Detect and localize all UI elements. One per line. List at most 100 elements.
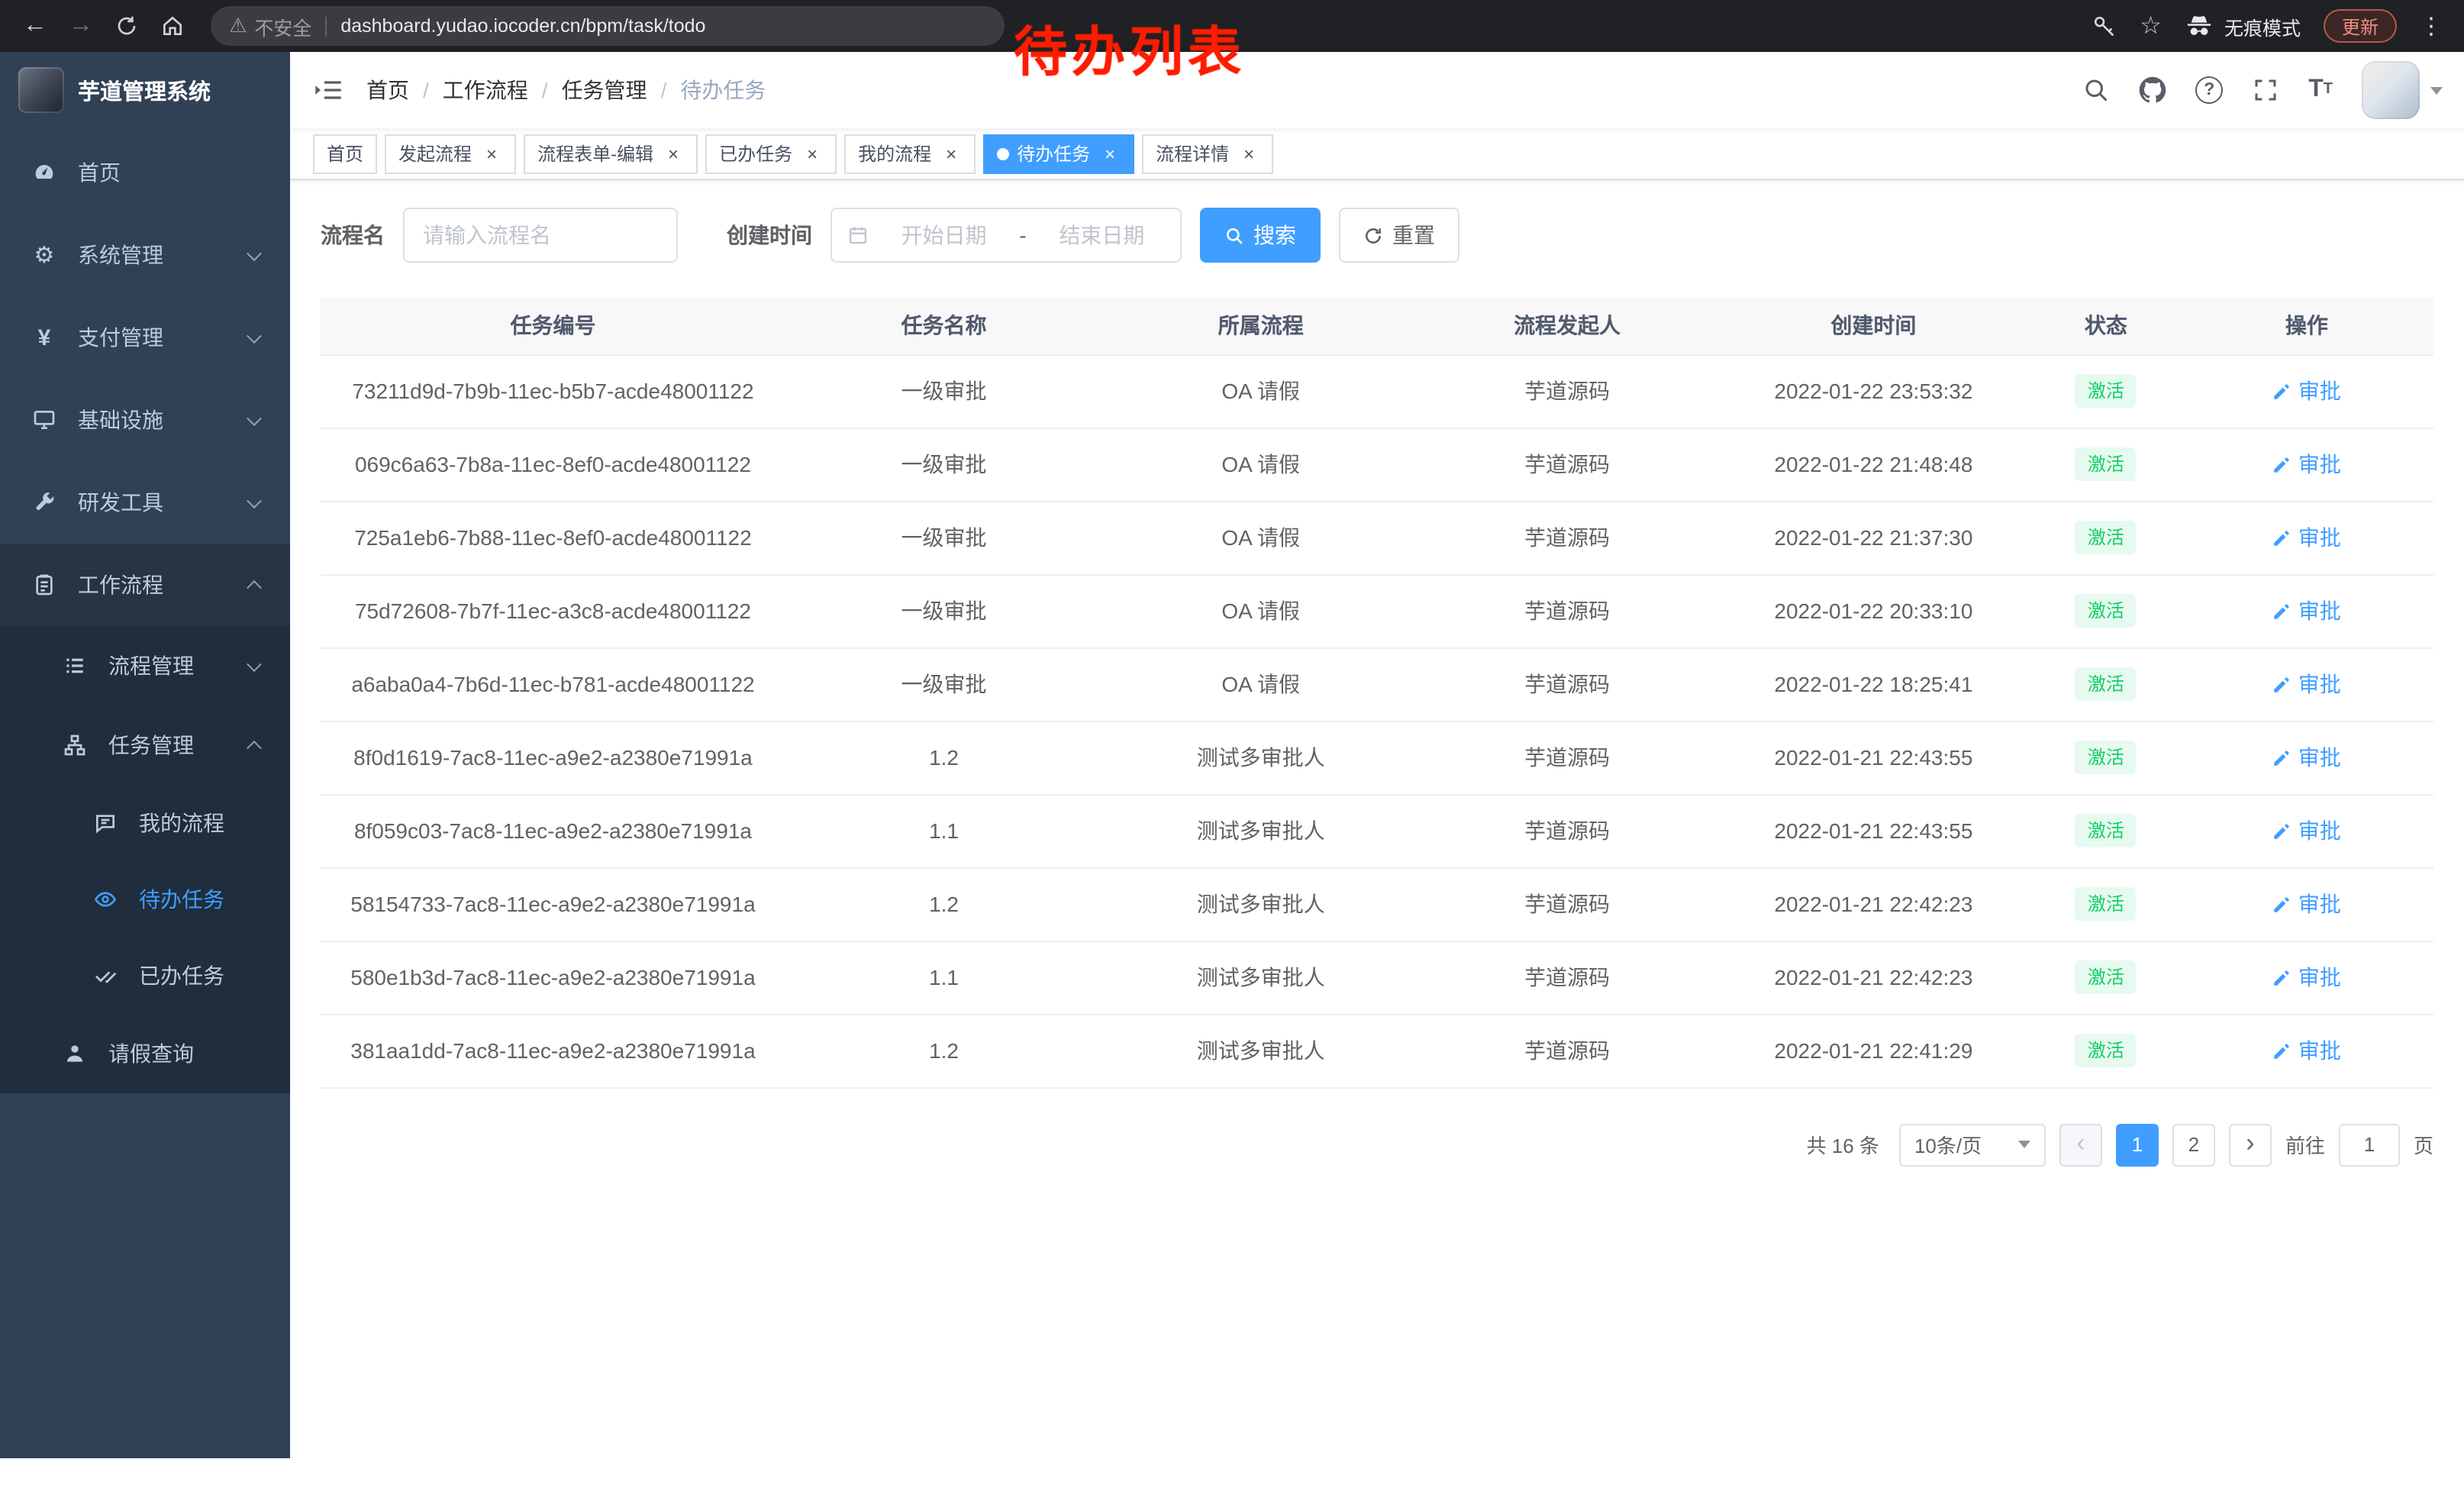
tab-label: 流程表单-编辑 (537, 140, 653, 166)
sidebar-item-infrastructure[interactable]: 基础设施 (0, 379, 290, 461)
sidebar-item-task-management[interactable]: 任务管理 (0, 705, 290, 785)
font-size-icon[interactable]: TT (2308, 78, 2333, 102)
pagination-total: 共 16 条 (1807, 1130, 1879, 1159)
approve-link[interactable]: 审批 (2272, 962, 2341, 993)
sidebar-item-payment[interactable]: ¥ 支付管理 (0, 296, 290, 379)
tab[interactable]: 待办任务× (983, 134, 1134, 173)
tab[interactable]: 流程详情× (1142, 134, 1273, 173)
goto-label: 前往 (2285, 1130, 2325, 1159)
tab-label: 已办任务 (719, 140, 792, 166)
breadcrumb-item[interactable]: 首页 (366, 75, 409, 105)
table-row: 725a1eb6-7b88-11ec-8ef0-acde48001122一级审批… (321, 501, 2433, 574)
table-row: 75d72608-7b7f-11ec-a3c8-acde48001122一级审批… (321, 574, 2433, 647)
cell-process-name: OA 请假 (1102, 501, 1419, 574)
prev-page-button[interactable]: ‹ (2059, 1123, 2102, 1166)
goto-page-input[interactable] (2339, 1123, 2400, 1166)
cell-created-time: 2022-01-21 22:42:23 (1715, 941, 2032, 1014)
breadcrumb-item[interactable]: 任务管理 (562, 75, 647, 105)
sidebar-item-home[interactable]: 首页 (0, 131, 290, 214)
tab-close-icon[interactable]: × (1099, 143, 1121, 164)
cell-created-time: 2022-01-21 22:43:55 (1715, 721, 2032, 794)
tab[interactable]: 我的流程× (844, 134, 976, 173)
reset-button[interactable]: 重置 (1339, 208, 1459, 263)
fullscreen-icon[interactable] (2252, 76, 2279, 104)
tab-close-icon[interactable]: × (801, 143, 823, 164)
sidebar-item-leave-query[interactable]: 请假查询 (0, 1014, 290, 1093)
approve-link[interactable]: 审批 (2272, 669, 2341, 699)
browser-toolbar-right: ☆ 无痕模式 更新 ⋮ (2091, 9, 2449, 43)
date-range-picker[interactable]: 开始日期 - 结束日期 (830, 208, 1182, 263)
edit-icon (2272, 747, 2292, 767)
approve-link[interactable]: 审批 (2272, 742, 2341, 773)
avatar[interactable] (2362, 61, 2420, 119)
approve-link[interactable]: 审批 (2272, 376, 2341, 406)
status-badge: 激活 (2075, 594, 2137, 628)
search-icon[interactable] (2082, 76, 2110, 104)
browser-update-button[interactable]: 更新 (2324, 9, 2397, 43)
sidebar-item-system[interactable]: ⚙ 系统管理 (0, 214, 290, 296)
sidebar-item-label: 已办任务 (139, 960, 224, 991)
tab-close-icon[interactable]: × (663, 143, 684, 164)
page-number-button[interactable]: 2 (2172, 1123, 2215, 1166)
password-key-icon[interactable] (2091, 13, 2117, 39)
approve-label: 审批 (2298, 596, 2341, 626)
browser-forward-button[interactable]: → (61, 6, 101, 46)
search-button[interactable]: 搜索 (1200, 208, 1321, 263)
browser-home-button[interactable] (153, 6, 192, 46)
cell-task-name: 一级审批 (785, 428, 1102, 501)
cell-created-time: 2022-01-21 22:41:29 (1715, 1014, 2032, 1087)
sidebar-item-label: 任务管理 (108, 730, 194, 760)
page-size-select[interactable]: 10条/页 (1899, 1123, 2046, 1166)
approve-label: 审批 (2298, 1035, 2341, 1066)
github-icon[interactable] (2139, 76, 2166, 104)
column-header-task-name: 任务名称 (785, 298, 1102, 354)
sidebar-toggle-button[interactable] (290, 75, 366, 105)
approve-link[interactable]: 审批 (2272, 1035, 2341, 1066)
tab-close-icon[interactable]: × (1238, 143, 1259, 164)
sidebar-item-workflow[interactable]: 工作流程 (0, 544, 290, 626)
bookmark-star-icon[interactable]: ☆ (2140, 11, 2162, 41)
breadcrumb-item[interactable]: 工作流程 (443, 75, 528, 105)
approve-link[interactable]: 审批 (2272, 889, 2341, 919)
sidebar-item-my-processes[interactable]: 我的流程 (0, 785, 290, 861)
tab-close-icon[interactable]: × (481, 143, 502, 164)
tab[interactable]: 发起流程× (385, 134, 516, 173)
cell-task-id: 580e1b3d-7ac8-11ec-a9e2-a2380e71991a (321, 941, 785, 1014)
tab-close-icon[interactable]: × (940, 143, 962, 164)
browser-back-button[interactable]: ← (15, 6, 55, 46)
browser-address-bar[interactable]: ⚠ 不安全 dashboard.yudao.iocoder.cn/bpm/tas… (211, 6, 1005, 46)
browser-menu-icon[interactable]: ⋮ (2420, 12, 2443, 40)
dashboard-icon (31, 160, 58, 185)
user-menu[interactable] (2362, 61, 2443, 119)
tab[interactable]: 首页 (313, 134, 377, 173)
approve-link[interactable]: 审批 (2272, 522, 2341, 553)
main-area: 首页 / 工作流程 / 任务管理 / 待办任务 ? (290, 52, 2464, 1458)
next-page-button[interactable]: › (2229, 1123, 2272, 1166)
cell-actions: 审批 (2180, 721, 2433, 794)
process-name-label: 流程名 (321, 220, 385, 250)
browser-refresh-button[interactable] (107, 6, 147, 46)
process-name-input[interactable] (403, 208, 678, 263)
page-number-button[interactable]: 1 (2116, 1123, 2159, 1166)
help-icon[interactable]: ? (2195, 76, 2223, 104)
logo[interactable]: 芋道管理系统 (0, 52, 290, 128)
approve-label: 审批 (2298, 962, 2341, 993)
approve-link[interactable]: 审批 (2272, 815, 2341, 846)
incognito-icon (2185, 11, 2214, 40)
sidebar-item-dev-tools[interactable]: 研发工具 (0, 461, 290, 544)
cell-initiator: 芋道源码 (1419, 867, 1715, 941)
tab[interactable]: 已办任务 × (705, 134, 837, 173)
sidebar-item-done-tasks[interactable]: 已办任务 (0, 938, 290, 1014)
cell-process-name: 测试多审批人 (1102, 1014, 1419, 1087)
cell-initiator: 芋道源码 (1419, 501, 1715, 574)
cell-status: 激活 (2032, 647, 2180, 721)
table-row: 8f059c03-7ac8-11ec-a9e2-a2380e71991a1.1测… (321, 794, 2433, 867)
sidebar-item-todo-tasks[interactable]: 待办任务 (0, 861, 290, 938)
approve-link[interactable]: 审批 (2272, 596, 2341, 626)
approve-link[interactable]: 审批 (2272, 449, 2341, 479)
cell-status: 激活 (2032, 1014, 2180, 1087)
monitor-icon (31, 408, 58, 432)
cell-created-time: 2022-01-22 20:33:10 (1715, 574, 2032, 647)
sidebar-item-process-management[interactable]: 流程管理 (0, 626, 290, 705)
tab[interactable]: 流程表单-编辑 × (524, 134, 698, 173)
